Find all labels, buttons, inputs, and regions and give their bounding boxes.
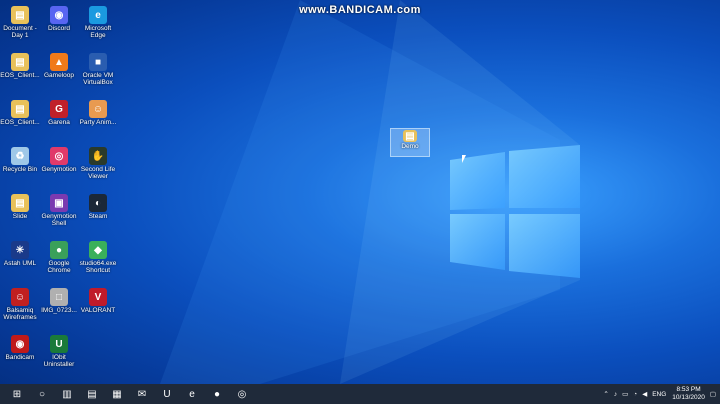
system-tray: ⌃ ♪ ▭ ◔ ◀ ENG 8:53 PM 10/13/2020 ▢: [598, 384, 716, 404]
genymotion-icon: ◎: [50, 147, 68, 165]
discord-icon: ◉: [50, 6, 68, 24]
desktop-icon-label: Astah UML: [3, 260, 37, 267]
desktop-icon[interactable]: ■ Oracle VM VirtualBox: [78, 53, 118, 86]
edge-icon: e: [89, 6, 107, 24]
desktop-icon[interactable]: ▣ Genymotion Shell: [39, 194, 79, 227]
clock-date: 10/13/2020: [672, 394, 705, 401]
file-explorer-icon[interactable]: ▤: [81, 384, 103, 404]
folder-icon: ▤: [11, 53, 29, 71]
desktop-icon[interactable]: ● Google Chrome: [39, 241, 79, 274]
desktop-icon-label: Document - Day 1: [3, 25, 37, 39]
windows-start-icon[interactable]: ⊞: [6, 384, 28, 404]
chrome-icon: ●: [50, 241, 68, 259]
iobit-icon: U: [50, 335, 68, 353]
desktop-icon[interactable]: ✳ Astah UML: [0, 241, 40, 267]
clock[interactable]: 8:53 PM 10/13/2020: [672, 386, 705, 402]
desktop-icon[interactable]: G Garena: [39, 100, 79, 126]
desktop-icon-label: Genymotion Shell: [41, 213, 77, 227]
desktop-icon[interactable]: ☺ Party Anim...: [78, 100, 118, 126]
garena-icon: G: [50, 100, 68, 118]
desktop-icon-demo-folder[interactable]: ▤ Demo: [390, 128, 430, 157]
desktop-icon[interactable]: ◆ studio64.exe Shortcut: [78, 241, 118, 274]
desktop-icon-label: Second Life Viewer: [80, 166, 116, 180]
desktop-icon-label: Slide: [12, 213, 28, 220]
bandicam-icon: ◉: [11, 335, 29, 353]
desktop-icon[interactable]: ✋ Second Life Viewer: [78, 147, 118, 180]
desktop-icon-label: Genymotion: [41, 166, 77, 173]
folder-icon: ▤: [11, 6, 29, 24]
astah-icon: ✳: [11, 241, 29, 259]
desktop-icon[interactable]: U IObit Uninstaller: [39, 335, 79, 368]
folder-icon: ▤: [11, 100, 29, 118]
desktop-icon[interactable]: ▤ EOS_Client...: [0, 100, 40, 126]
battery-icon[interactable]: ▭: [622, 390, 628, 398]
valorant-icon: V: [89, 288, 107, 306]
notification-icon[interactable]: ▢: [710, 390, 716, 398]
desktop-icon-label: Google Chrome: [47, 260, 71, 274]
desktop-icon[interactable]: ◉ Discord: [39, 6, 79, 32]
desktop-icon[interactable]: ▤ EOS_Client...: [0, 53, 40, 79]
virtualbox-icon: ■: [89, 53, 107, 71]
desktop-icon[interactable]: e Microsoft Edge: [78, 6, 118, 39]
desktop-icon[interactable]: ☺ Balsamiq Wireframes: [0, 288, 40, 321]
desktop-icon-label: Recycle Bin: [2, 166, 38, 173]
balsamiq-icon: ☺: [11, 288, 29, 306]
image-file-icon: □: [50, 288, 68, 306]
desktop-icon[interactable]: ▤ Slide: [0, 194, 40, 220]
edge-taskbar-icon[interactable]: e: [181, 384, 203, 404]
clock-time: 8:53 PM: [676, 386, 701, 393]
desktop-icon-label: Bandicam: [5, 354, 35, 361]
genymotion-shell-icon: ▣: [50, 194, 68, 212]
chrome-taskbar-icon[interactable]: ◎: [231, 384, 253, 404]
party-animals-icon: ☺: [89, 100, 107, 118]
network-icon[interactable]: ◔: [633, 391, 637, 398]
bandicam-taskbar-icon[interactable]: ●: [206, 384, 228, 404]
desktop-icon[interactable]: ◎ Genymotion: [39, 147, 79, 173]
microphone-icon[interactable]: ♪: [614, 391, 617, 398]
desktop-icon-label: Party Anim...: [79, 119, 117, 126]
desktop-icon-label: studio64.exe Shortcut: [79, 260, 117, 274]
desktop-icon-label: Steam: [88, 213, 108, 220]
desktop-icon-label: Balsamiq Wireframes: [3, 307, 37, 321]
iobit-taskbar-icon[interactable]: U: [156, 384, 178, 404]
desktop-icon[interactable]: □ IMG_0723...: [39, 288, 79, 314]
desktop-icon-label: Oracle VM VirtualBox: [82, 72, 114, 86]
desktop-icon-label: Gameloop: [44, 72, 74, 79]
folder-icon: ▤: [11, 194, 29, 212]
desktop-icon-label: Microsoft Edge: [84, 25, 112, 39]
desktop-icon-label: EOS_Client...: [0, 72, 40, 79]
desktop-icon[interactable]: ◐ Steam: [78, 194, 118, 220]
volume-icon[interactable]: ◀: [642, 390, 647, 398]
steam-icon: ◐: [89, 194, 107, 212]
taskbar: ⊞ ○ ▥ ▤ ▦ ✉ Ue ● ◎ ⌃ ♪ ▭ ◔ ◀ ENG 8:53 PM 10/13/2…: [0, 384, 720, 404]
desktop-icon-label: VALORANT: [80, 307, 116, 314]
folder-icon: ▤: [403, 130, 417, 142]
task-view-icon[interactable]: ▥: [56, 384, 78, 404]
chevron-up-icon[interactable]: ⌃: [603, 390, 608, 398]
desktop-icon[interactable]: ♻ Recycle Bin: [0, 147, 40, 173]
desktop-icon-label: IMG_0723...: [41, 307, 77, 314]
second-life-icon: ✋: [89, 147, 107, 165]
desktop-icon[interactable]: ▲ Gameloop: [39, 53, 79, 79]
recycle-bin-icon: ♻: [11, 147, 29, 165]
language-indicator[interactable]: ENG: [652, 391, 666, 398]
desktop-icon-label: Discord: [47, 25, 71, 32]
mouse-cursor-icon: [462, 155, 466, 163]
desktop-icon-label: Demo: [401, 143, 419, 150]
desktop-icon[interactable]: ◉ Bandicam: [0, 335, 40, 361]
mail-icon[interactable]: ✉: [131, 384, 153, 404]
desktop-icon-label: EOS_Client...: [0, 119, 40, 126]
desktop-icon[interactable]: V VALORANT: [78, 288, 118, 314]
android-studio-icon: ◆: [89, 241, 107, 259]
gameloop-icon: ▲: [50, 53, 68, 71]
store-icon[interactable]: ▦: [106, 384, 128, 404]
desktop-icon[interactable]: ▤ Document - Day 1: [0, 6, 40, 39]
search-icon[interactable]: ○: [31, 384, 53, 404]
desktop-icon-label: Garena: [48, 119, 70, 126]
desktop-icon-label: IObit Uninstaller: [43, 354, 75, 368]
